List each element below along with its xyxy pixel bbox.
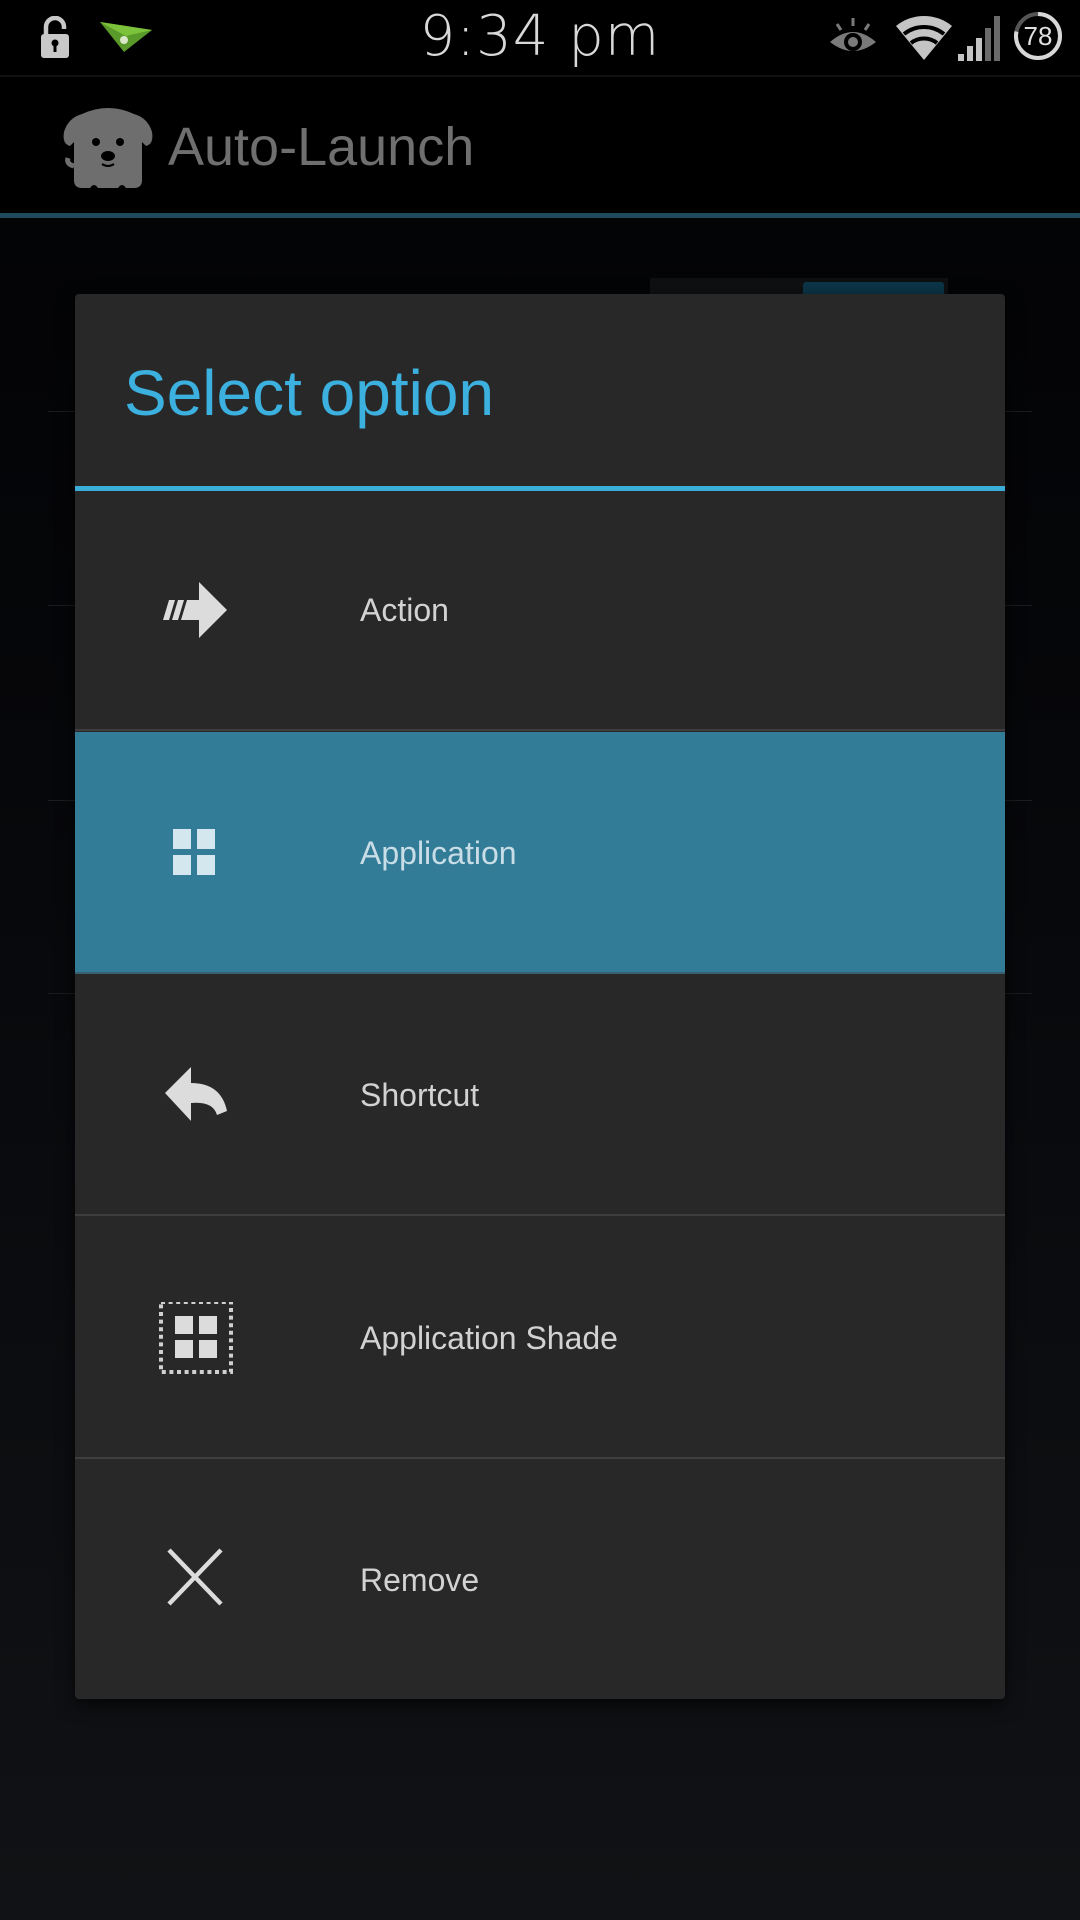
option-shortcut[interactable]: Shortcut (75, 974, 1005, 1216)
battery-level: 78 (1023, 21, 1053, 51)
action-arrow-icon (163, 582, 227, 638)
select-option-dialog: Select option Action Application Shortcu… (75, 294, 1005, 1699)
option-label: Action (360, 592, 449, 628)
application-grid-icon (173, 829, 215, 875)
option-action[interactable]: Action (75, 489, 1005, 731)
dialog-title: Select option (124, 357, 495, 429)
option-application-shade[interactable]: Application Shade (75, 1217, 1005, 1459)
remove-x-icon (167, 1548, 223, 1606)
dog-logo-icon (63, 108, 153, 188)
application-shade-icon (159, 1302, 233, 1374)
battery-icon: 78 (1013, 11, 1063, 61)
option-label: Application Shade (360, 1320, 618, 1356)
app-bar (0, 77, 1080, 213)
shortcut-reply-icon (165, 1067, 227, 1121)
app-title: Auto-Launch (168, 117, 475, 177)
option-remove[interactable]: Remove (75, 1459, 1005, 1699)
app-bar-accent-line (0, 213, 1080, 218)
option-divider (75, 729, 1005, 731)
option-label: Application (360, 835, 517, 871)
signal-icon (958, 16, 1000, 61)
option-divider (75, 1214, 1005, 1216)
option-application[interactable]: Application (75, 732, 1005, 974)
option-label: Remove (360, 1562, 480, 1598)
eye-smart-stay-icon (830, 18, 876, 51)
option-label: Shortcut (360, 1077, 480, 1113)
wifi-icon (896, 15, 952, 60)
status-bar: 9:34 pm 78 (0, 0, 1080, 77)
